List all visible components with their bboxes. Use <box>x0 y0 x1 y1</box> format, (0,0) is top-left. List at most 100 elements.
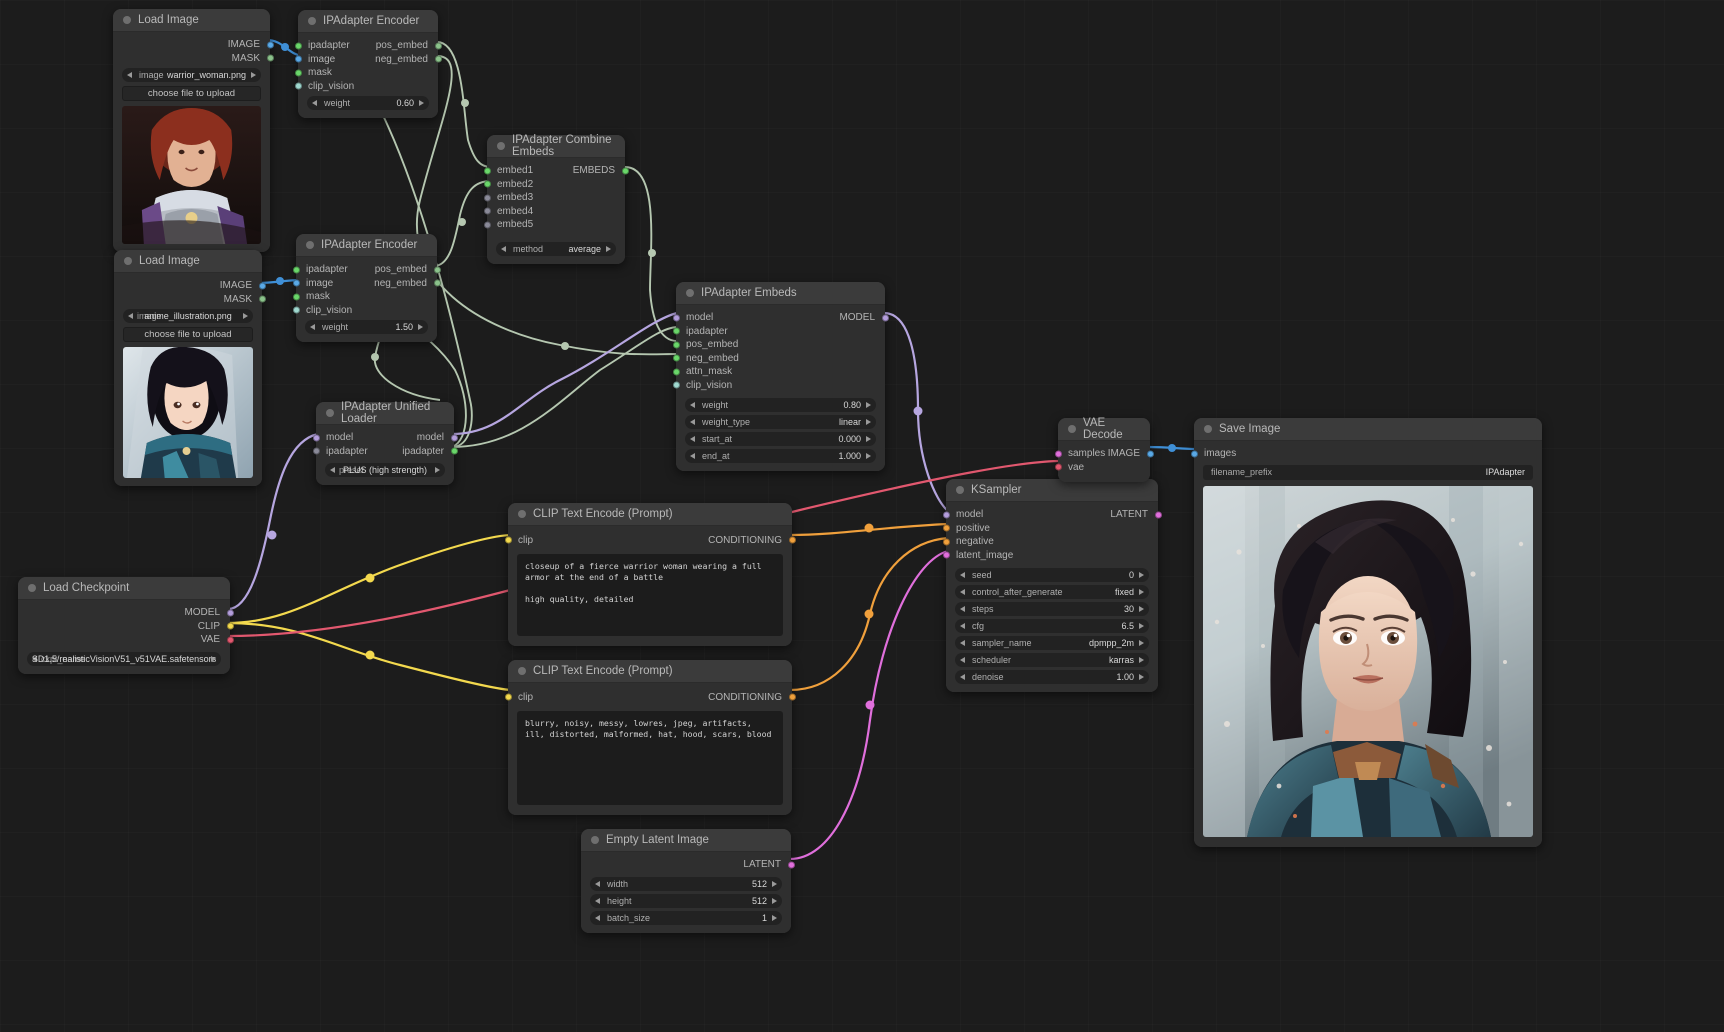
input-slot-embed3[interactable]: embed3 <box>487 191 625 205</box>
port-negembed-out[interactable] <box>434 280 441 287</box>
increment-arrow-icon[interactable] <box>1139 623 1144 629</box>
input-slot-vae[interactable]: vae <box>1058 461 1150 475</box>
next-arrow-icon[interactable] <box>211 656 216 662</box>
port-latent-out[interactable] <box>1155 511 1162 518</box>
input-slot-mask[interactable]: mask <box>298 66 438 80</box>
port-clipvision-in[interactable] <box>673 382 680 389</box>
slot-row-samples-image[interactable]: samples IMAGE <box>1058 447 1150 461</box>
node-title-bar[interactable]: Load Checkpoint <box>18 577 230 600</box>
port-model-in[interactable] <box>313 434 320 441</box>
slot-row-clip-conditioning[interactable]: clip CONDITIONING <box>508 689 792 705</box>
increment-arrow-icon[interactable] <box>772 881 777 887</box>
input-slot-mask[interactable]: mask <box>296 290 437 304</box>
output-slot-image[interactable]: IMAGE <box>114 279 262 293</box>
collapse-dot-icon[interactable] <box>497 142 505 150</box>
prev-arrow-icon[interactable] <box>330 467 335 473</box>
node-ipadapter-embeds[interactable]: IPAdapter Embeds model MODEL ipadapter p… <box>676 282 885 471</box>
port-model-in[interactable] <box>943 511 950 518</box>
port-conditioning-out[interactable] <box>789 537 796 544</box>
port-ipadapter-in[interactable] <box>673 328 680 335</box>
image-select-widget[interactable]: image anime_illustration.png <box>123 309 253 323</box>
port-ipadapter-out[interactable] <box>451 448 458 455</box>
port-image-out[interactable] <box>267 41 274 48</box>
port-embed2-in[interactable] <box>484 181 491 188</box>
input-slot-embed2[interactable]: embed2 <box>487 178 625 192</box>
prompt-textarea[interactable]: blurry, noisy, messy, lowres, jpeg, arti… <box>517 711 783 805</box>
slot-row-ipadapter-posembed[interactable]: ipadapter pos_embed <box>298 39 438 53</box>
node-title-bar[interactable]: Load Image <box>113 9 270 32</box>
slot-row-model-latent[interactable]: model LATENT <box>946 508 1158 522</box>
increment-arrow-icon[interactable] <box>772 915 777 921</box>
collapse-dot-icon[interactable] <box>956 486 964 494</box>
increment-arrow-icon[interactable] <box>866 436 871 442</box>
width-widget[interactable]: width 512 <box>590 877 782 891</box>
method-widget[interactable]: method average <box>496 242 616 256</box>
port-negembed-out[interactable] <box>435 56 442 63</box>
node-title-bar[interactable]: IPAdapter Combine Embeds <box>487 135 625 158</box>
node-title-bar[interactable]: IPAdapter Unified Loader <box>316 402 454 425</box>
increment-arrow-icon[interactable] <box>418 324 423 330</box>
port-clip-in[interactable] <box>505 537 512 544</box>
upload-file-button[interactable]: choose file to upload <box>122 86 261 101</box>
port-negative-in[interactable] <box>943 538 950 545</box>
input-slot-ipadapter[interactable]: ipadapter <box>676 325 885 339</box>
output-slot-mask[interactable]: MASK <box>114 293 262 307</box>
node-title-bar[interactable]: VAE Decode <box>1058 418 1150 441</box>
increment-arrow-icon[interactable] <box>1139 572 1144 578</box>
increment-arrow-icon[interactable] <box>866 402 871 408</box>
collapse-dot-icon[interactable] <box>518 667 526 675</box>
collapse-dot-icon[interactable] <box>123 16 131 24</box>
port-attnmask-in[interactable] <box>673 368 680 375</box>
increment-arrow-icon[interactable] <box>419 100 424 106</box>
output-image-preview[interactable] <box>1203 486 1533 837</box>
input-slot-latent-image[interactable]: latent_image <box>946 549 1158 563</box>
collapse-dot-icon[interactable] <box>1204 425 1212 433</box>
port-model-out[interactable] <box>227 609 234 616</box>
next-arrow-icon[interactable] <box>1139 589 1144 595</box>
collapse-dot-icon[interactable] <box>686 289 694 297</box>
input-slot-clip-vision[interactable]: clip_vision <box>298 80 438 94</box>
port-embed1-in[interactable] <box>484 167 491 174</box>
port-model-out[interactable] <box>451 434 458 441</box>
weight-widget[interactable]: weight 0.80 <box>685 398 876 412</box>
collapse-dot-icon[interactable] <box>28 584 36 592</box>
next-arrow-icon[interactable] <box>243 313 248 319</box>
collapse-dot-icon[interactable] <box>518 510 526 518</box>
node-ipadapter-unified-loader[interactable]: IPAdapter Unified Loader model model ipa… <box>316 402 454 485</box>
port-clip-out[interactable] <box>227 623 234 630</box>
next-arrow-icon[interactable] <box>435 467 440 473</box>
port-embeds-out[interactable] <box>622 167 629 174</box>
collapse-dot-icon[interactable] <box>326 409 334 417</box>
port-image-out[interactable] <box>259 282 266 289</box>
next-arrow-icon[interactable] <box>606 246 611 252</box>
increment-arrow-icon[interactable] <box>1139 606 1144 612</box>
input-slot-embed5[interactable]: embed5 <box>487 218 625 232</box>
input-slot-negative[interactable]: negative <box>946 535 1158 549</box>
node-load-checkpoint[interactable]: Load Checkpoint MODEL CLIP VAE ckpt_name… <box>18 577 230 674</box>
output-slot-vae[interactable]: VAE <box>18 633 230 647</box>
port-image-in[interactable] <box>293 280 300 287</box>
weight-widget[interactable]: weight 0.60 <box>307 96 429 110</box>
port-clipvision-in[interactable] <box>293 307 300 314</box>
port-embed5-in[interactable] <box>484 221 491 228</box>
input-slot-clip-vision[interactable]: clip_vision <box>676 379 885 393</box>
slot-row-image-negembed[interactable]: image neg_embed <box>296 277 437 291</box>
height-widget[interactable]: height 512 <box>590 894 782 908</box>
node-title-bar[interactable]: CLIP Text Encode (Prompt) <box>508 660 792 683</box>
port-images-in[interactable] <box>1191 450 1198 457</box>
port-clip-in[interactable] <box>505 694 512 701</box>
increment-arrow-icon[interactable] <box>1139 674 1144 680</box>
collapse-dot-icon[interactable] <box>1068 425 1076 433</box>
node-load-image-1[interactable]: Load Image IMAGE MASK image warrior_woma… <box>113 9 270 252</box>
output-slot-image[interactable]: IMAGE <box>113 38 270 52</box>
input-slot-pos-embed[interactable]: pos_embed <box>676 338 885 352</box>
next-arrow-icon[interactable] <box>1139 640 1144 646</box>
port-conditioning-out[interactable] <box>789 694 796 701</box>
node-title-bar[interactable]: Save Image <box>1194 418 1542 441</box>
collapse-dot-icon[interactable] <box>124 257 132 265</box>
input-slot-embed4[interactable]: embed4 <box>487 205 625 219</box>
port-embed4-in[interactable] <box>484 208 491 215</box>
port-mask-in[interactable] <box>293 293 300 300</box>
node-title-bar[interactable]: IPAdapter Encoder <box>298 10 438 33</box>
port-ipadapter-in[interactable] <box>313 448 320 455</box>
